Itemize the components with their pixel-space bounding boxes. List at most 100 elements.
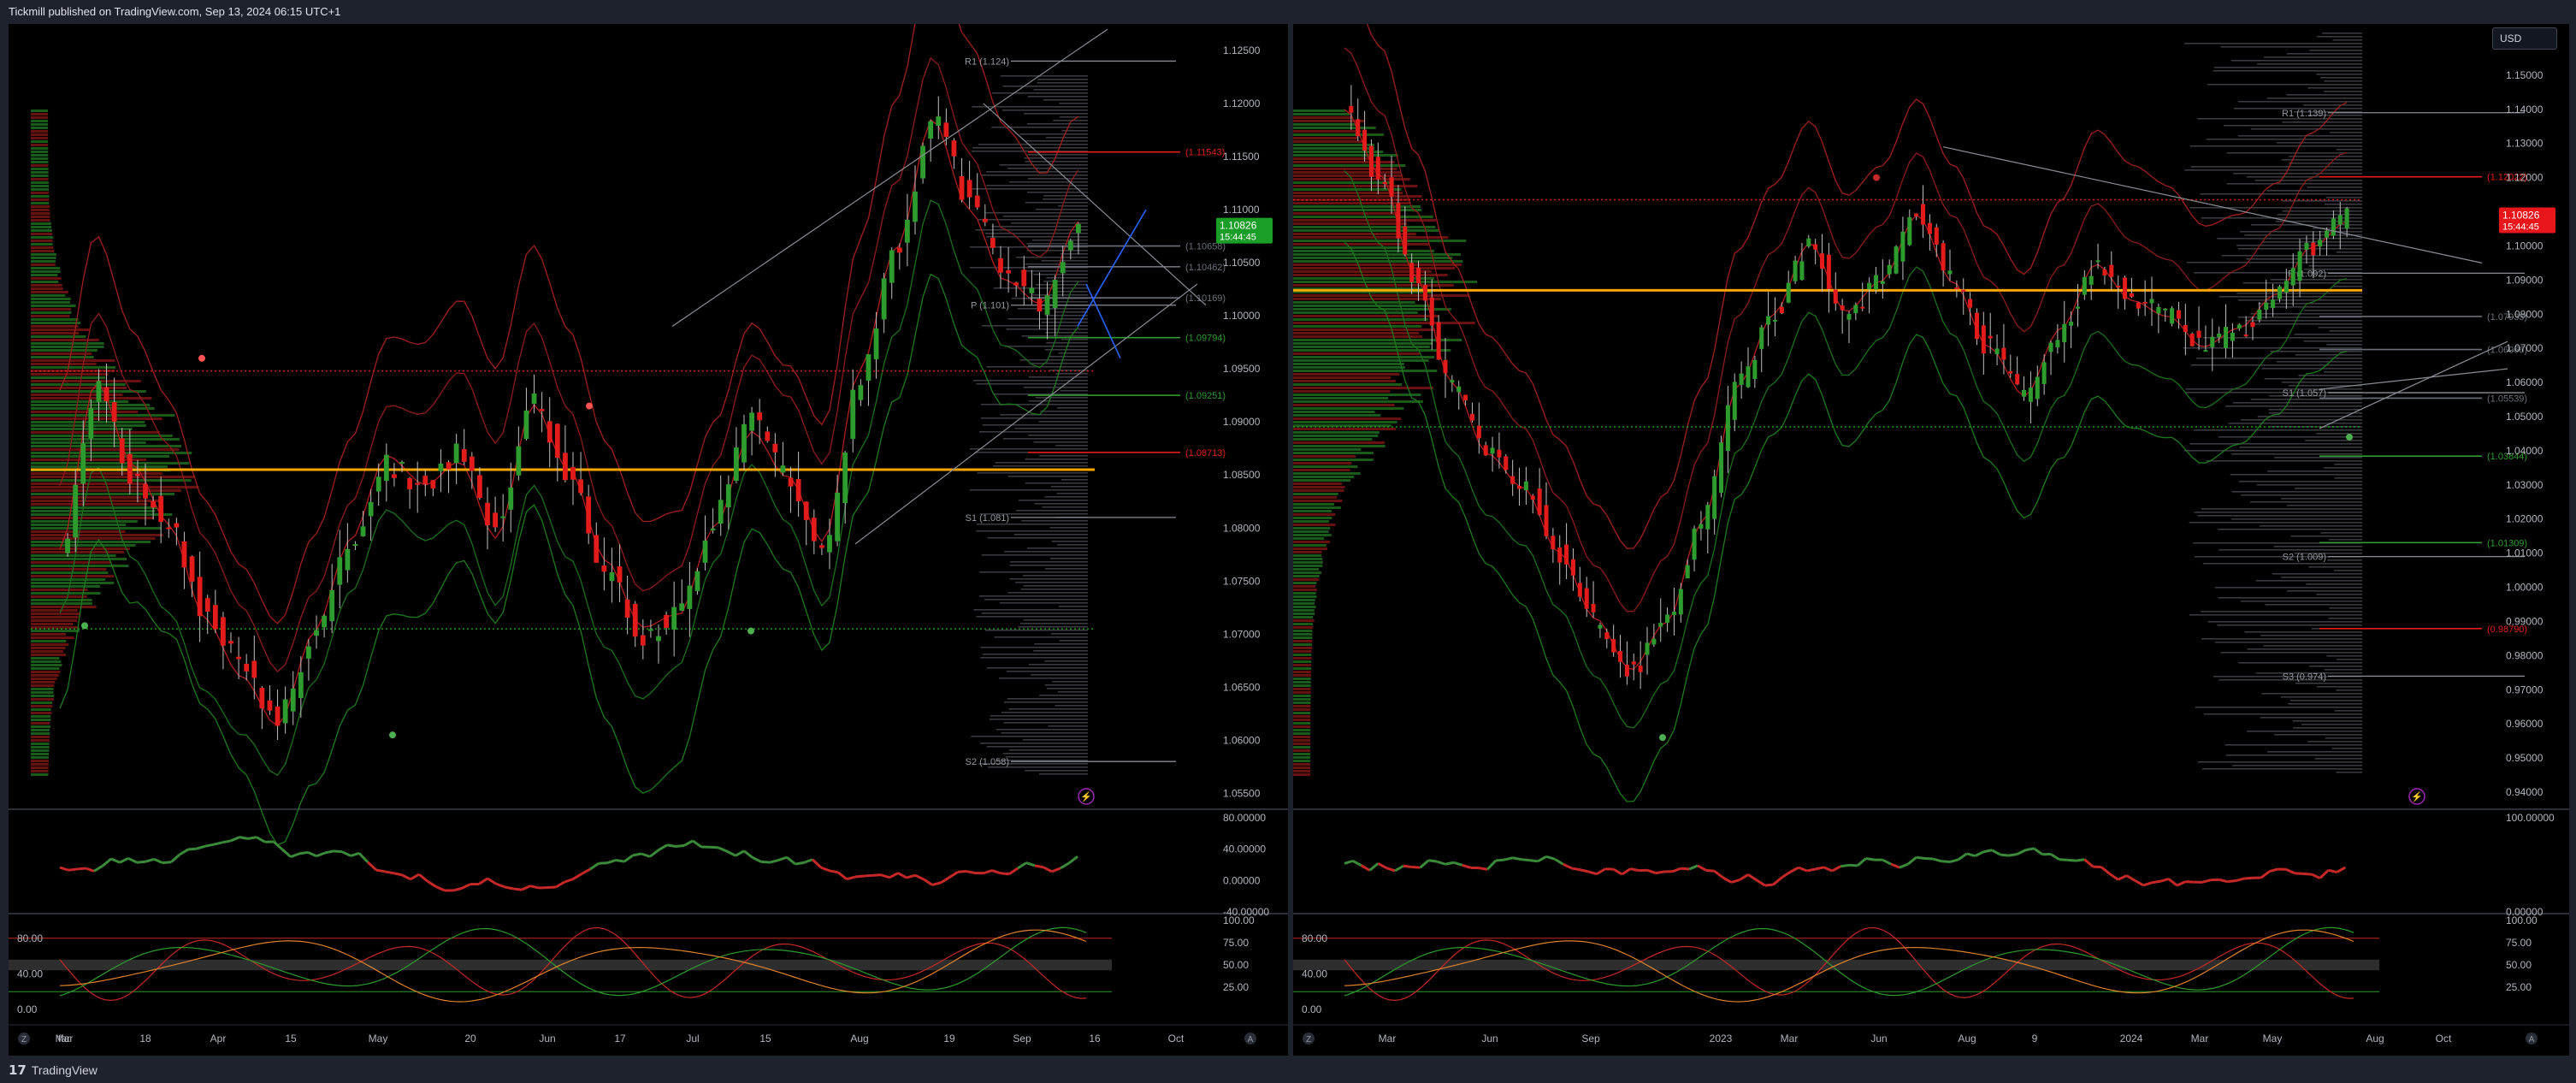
- volume-profile-bar: [31, 547, 130, 550]
- volume-profile-bar: [2264, 378, 2362, 380]
- time-tick-label: 20: [464, 1033, 476, 1045]
- volume-profile-bar: [994, 636, 1088, 638]
- volume-profile-bar: [1293, 732, 1311, 735]
- oscillator-line: [623, 854, 634, 863]
- volume-profile-bar: [31, 520, 138, 523]
- publisher-line: Tickmill published on TradingView.com, S…: [9, 5, 341, 18]
- oscillator-line: [692, 839, 702, 849]
- price-tick-label: 1.12000: [2506, 172, 2544, 184]
- lightning-icon: ⚡: [1080, 791, 1092, 802]
- volume-profile-bar: [31, 609, 78, 612]
- oscillator-line: [863, 873, 873, 878]
- oscillator-line: [1587, 870, 1598, 876]
- oscillator-line: [170, 853, 180, 863]
- left-chart-canvas[interactable]: R1 (1.124) P (1.101) S1 (1.081) S2 (1.058) (…: [9, 24, 1288, 1056]
- volume-profile-bar: [1293, 315, 1439, 317]
- volume-profile-bar: [1000, 75, 1088, 77]
- oscillator-line: [1890, 862, 1900, 869]
- volume-profile-bar: [1293, 561, 1323, 564]
- oscillator-line: [410, 873, 420, 881]
- volume-profile-bar: [2240, 231, 2362, 233]
- volume-profile-bar: [1025, 770, 1088, 772]
- volume-profile-bar: [1293, 486, 1345, 488]
- volume-profile-bar: [981, 613, 1088, 614]
- volume-profile-bar: [999, 164, 1088, 166]
- right-chart-canvas[interactable]: R1 (1.139)P (1.092)S1 (1.057)S2 (1.009)S…: [1293, 24, 2569, 1056]
- volume-profile-bar: [31, 349, 97, 352]
- volume-profile-bar: [31, 486, 199, 488]
- candle-body: [523, 410, 529, 439]
- oscillator-line: [1563, 862, 1573, 870]
- volume-profile-bar: [1019, 359, 1088, 361]
- volume-profile-bar: [1293, 667, 1312, 670]
- volume-profile-bar: [31, 151, 49, 153]
- volume-profile-bar: [1029, 363, 1088, 364]
- volume-profile-bar: [1008, 708, 1088, 710]
- candle-body: [1638, 666, 1643, 672]
- candle-body: [392, 474, 397, 478]
- volume-profile-bar: [2221, 255, 2362, 257]
- oscillator-line: [743, 849, 753, 859]
- volume-profile-bar: [31, 202, 50, 204]
- volume-profile-bar: [1293, 352, 1420, 355]
- oscillator-line: [1504, 856, 1514, 861]
- price-tick-label: 1.11500: [1223, 151, 1260, 163]
- volume-profile-bar: [1293, 647, 1313, 649]
- currency-selector[interactable]: USD: [2492, 27, 2557, 50]
- volume-profile-bar: [2183, 43, 2362, 44]
- oscillator-line: [1865, 857, 1875, 861]
- oscillator-line: [846, 875, 856, 881]
- volume-profile-bar: [1293, 263, 1462, 266]
- lower-band-line: [1344, 170, 2348, 729]
- time-tick-label: May: [2263, 1033, 2283, 1045]
- volume-profile-bar: [1051, 633, 1088, 635]
- volume-profile-bar: [31, 667, 60, 670]
- oscillator-line: [547, 885, 557, 890]
- candle-body: [221, 617, 226, 646]
- volume-profile-bar: [2238, 299, 2362, 301]
- volume-profile-bar: [1293, 701, 1311, 704]
- volume-profile-bar: [1293, 370, 1438, 372]
- volume-profile-bar: [31, 274, 58, 276]
- oscillator-line: [2017, 849, 2027, 855]
- volume-profile-bar: [1293, 695, 1311, 697]
- volume-profile-bar: [2327, 559, 2362, 561]
- time-tick-label: 17: [614, 1033, 626, 1045]
- volume-profile-bar: [31, 260, 56, 263]
- volume-profile-bar: [1293, 578, 1320, 581]
- volume-profile-bar: [31, 328, 90, 331]
- volume-profile-bar: [2308, 265, 2362, 267]
- candle-body: [407, 477, 412, 489]
- stoch-tick-label: 75.00: [1223, 937, 1249, 949]
- volume-profile-bar: [31, 144, 49, 146]
- volume-profile-bar: [31, 435, 173, 437]
- stoch-tick-label: 50.00: [1223, 959, 1249, 971]
- volume-profile-bar: [2183, 450, 2362, 452]
- volume-profile-bar: [1293, 346, 1430, 348]
- volume-profile-bar: [2274, 734, 2362, 736]
- left-chart-panel[interactable]: R1 (1.124) P (1.101) S1 (1.081) S2 (1.058) (…: [9, 24, 1288, 1056]
- volume-profile-bar: [2336, 659, 2362, 660]
- volume-profile-bar: [1007, 168, 1088, 169]
- oscillator-line: [127, 856, 138, 864]
- volume-profile-bar: [2282, 121, 2362, 123]
- volume-profile-bar: [2304, 310, 2362, 311]
- oscillator-line: [1646, 868, 1657, 875]
- volume-profile-bar: [1043, 99, 1088, 101]
- volume-profile-bar: [31, 691, 54, 694]
- tradingview-logo[interactable]: 17 TradingView: [9, 1057, 97, 1083]
- volume-profile-bar: [1293, 609, 1315, 612]
- oscillator-line: [222, 839, 232, 844]
- candle-body: [2230, 332, 2235, 341]
- volume-profile-bar: [1045, 332, 1088, 334]
- volume-profile-bar: [1293, 541, 1331, 543]
- right-chart-panel[interactable]: R1 (1.139) P (1.092) S1 (1.057) S2 (1.009) S…: [1293, 24, 2569, 1056]
- volume-profile-bar: [969, 489, 1088, 491]
- volume-profile-bar: [31, 140, 49, 143]
- volume-profile-bar: [31, 766, 49, 769]
- volume-profile-bar: [31, 397, 152, 399]
- volume-profile-bar: [2197, 515, 2362, 517]
- oscillator-line: [375, 868, 386, 873]
- volume-profile-bar: [1293, 496, 1338, 499]
- volume-profile-bar: [2325, 197, 2362, 198]
